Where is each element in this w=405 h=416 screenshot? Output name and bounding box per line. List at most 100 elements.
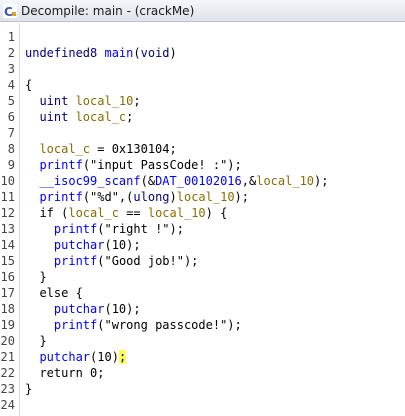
code-line[interactable]: 18 putchar(10); (0, 301, 405, 317)
code-text: uint local_10; (25, 93, 141, 109)
code-text: printf("wrong passcode!"); (25, 317, 242, 333)
code-text: if (local_c == local_10) { (25, 205, 227, 221)
line-number: 6 (7, 110, 15, 124)
code-line[interactable]: 21 putchar(10); (0, 349, 405, 365)
line-number: 22 (0, 366, 15, 380)
code-line[interactable]: 12 if (local_c == local_10) { (0, 205, 405, 221)
function-token[interactable]: __isoc99_scanf (39, 174, 140, 188)
line-number: 19 (0, 318, 15, 332)
code-line[interactable]: 15 printf("Good job!"); (0, 253, 405, 269)
line-number: 2 (7, 46, 15, 60)
line-number: 4 (7, 78, 15, 92)
code-editor[interactable]: 1 2 undefined8 main(void) 3 4{5 uint local_1… (0, 23, 405, 416)
code-token: ) (169, 190, 177, 204)
variable-token[interactable]: local_10 (76, 94, 134, 108)
code-line[interactable]: 7 (0, 125, 405, 141)
decompiler-window: C Decompile: main - (crackMe) 1 2 undefine… (0, 0, 405, 416)
function-token[interactable]: main (104, 46, 133, 60)
variable-token[interactable]: local_10 (256, 174, 314, 188)
variable-token[interactable]: local_c (39, 142, 90, 156)
code-line[interactable]: 23} (0, 381, 405, 397)
code-token: ); (234, 190, 249, 204)
code-text: uint local_c; (25, 109, 133, 125)
code-line[interactable]: 10 __isoc99_scanf(&DAT_00102016,&local_1… (0, 173, 405, 189)
code-line[interactable]: 22 return 0; (0, 365, 405, 381)
function-token[interactable]: putchar (54, 302, 105, 316)
code-line[interactable]: 6 uint local_c; (0, 109, 405, 125)
code-text: printf("input PassCode! :"); (25, 157, 242, 173)
code-line[interactable]: 24 (0, 397, 405, 413)
code-line[interactable]: 14 putchar(10); (0, 237, 405, 253)
decompiler-icon: C (3, 3, 17, 18)
code-line[interactable]: 4{ (0, 77, 405, 93)
function-token[interactable]: printf (54, 318, 97, 332)
variable-token[interactable]: local_10 (177, 190, 235, 204)
code-token: return 0; (25, 366, 105, 380)
code-text: printf("right !"); (25, 221, 184, 237)
line-number: 21 (0, 350, 15, 364)
code-text: return 0; (25, 365, 104, 381)
line-number: 17 (0, 286, 15, 300)
variable-token[interactable]: local_10 (148, 206, 206, 220)
code-token: ,& (241, 174, 257, 188)
code-token: ("%d",( (82, 190, 134, 204)
code-token: void (140, 46, 170, 60)
code-line[interactable]: 1 (0, 29, 405, 45)
code-line[interactable]: 11 printf("%d",(ulong)local_10); (0, 189, 405, 205)
line-number: 18 (0, 302, 15, 316)
code-line[interactable]: 8 local_c = 0x130104; (0, 141, 405, 157)
decompiler-icon-letter: C (4, 5, 13, 18)
code-token: } (25, 270, 47, 284)
code-token: ; (133, 94, 141, 108)
line-number: 8 (7, 142, 15, 156)
line-number: 3 (7, 62, 15, 76)
code-text: printf("Good job!"); (25, 253, 199, 269)
title-bar[interactable]: C Decompile: main - (crackMe) (0, 0, 405, 22)
function-token[interactable]: printf (54, 254, 97, 268)
function-token[interactable]: printf (54, 222, 97, 236)
line-number: 12 (0, 206, 15, 220)
code-token: (10); (104, 302, 141, 316)
line-number: 16 (0, 270, 15, 284)
code-text: undefined8 main(void) (25, 45, 177, 61)
code-line[interactable]: 3 (0, 61, 405, 77)
line-number: 14 (0, 238, 15, 252)
code-token: ("right !"); (97, 222, 184, 236)
code-line[interactable]: 2 undefined8 main(void) (0, 45, 405, 61)
code-token: ulong (133, 190, 170, 204)
variable-token[interactable]: local_c (76, 110, 127, 124)
code-line[interactable]: 20 } (0, 333, 405, 349)
code-text: else { (25, 285, 82, 301)
line-number: 10 (0, 174, 15, 188)
line-number: 9 (7, 158, 15, 172)
window-title: Decompile: main - (crackMe) (21, 3, 195, 18)
function-token[interactable]: putchar (54, 238, 105, 252)
function-token[interactable]: printf (39, 190, 82, 204)
global-token[interactable]: DAT_00102016 (155, 174, 242, 188)
code-line[interactable]: 19 printf("wrong passcode!"); (0, 317, 405, 333)
code-line[interactable]: 13 printf("right !"); (0, 221, 405, 237)
code-token: (10); (104, 238, 141, 252)
code-text: putchar(10); (25, 349, 127, 365)
variable-token[interactable]: local_c (68, 206, 119, 220)
code-line[interactable]: 16 } (0, 269, 405, 285)
code-token: (& (140, 174, 156, 188)
code-token: ) { (205, 206, 228, 220)
function-token[interactable]: putchar (39, 350, 90, 364)
code-line[interactable]: 17 else { (0, 285, 405, 301)
code-text: } (25, 381, 32, 397)
code-token: ("input PassCode! :"); (82, 158, 242, 172)
code-token: undefined8 (25, 46, 105, 60)
line-number: 20 (0, 334, 15, 348)
line-number: 7 (7, 126, 15, 140)
code-line[interactable]: 9 printf("input PassCode! :"); (0, 157, 405, 173)
code-line[interactable]: 5 uint local_10; (0, 93, 405, 109)
function-token[interactable]: printf (39, 158, 82, 172)
